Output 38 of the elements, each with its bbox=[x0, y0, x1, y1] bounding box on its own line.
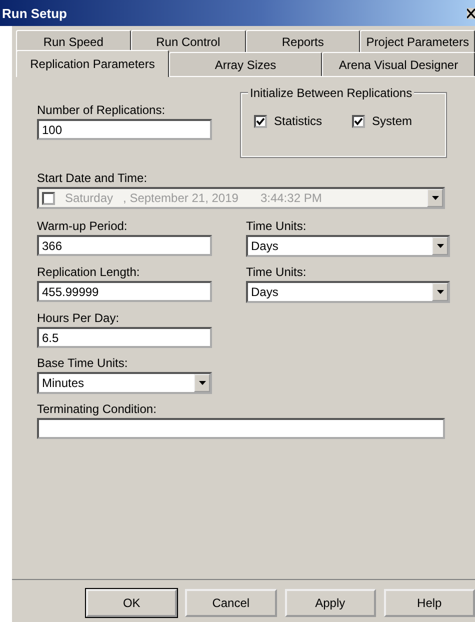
field-label: Base Time Units: bbox=[37, 356, 129, 370]
tab[interactable]: Run Control bbox=[130, 30, 246, 52]
field-label: Warm-up Period: bbox=[37, 219, 128, 233]
date-text: , September 21, 2019 bbox=[123, 191, 238, 205]
tab[interactable]: Reports bbox=[246, 30, 360, 52]
tab[interactable]: Run Speed bbox=[16, 30, 131, 52]
input-field[interactable]: 6.5 bbox=[37, 327, 212, 348]
input-field[interactable]: 366 bbox=[37, 235, 212, 256]
dialog-button[interactable]: Help bbox=[384, 589, 475, 617]
window-title: Run Setup bbox=[2, 6, 67, 20]
field-label: Hours Per Day: bbox=[37, 311, 120, 325]
dialog-button[interactable]: Apply bbox=[284, 589, 376, 617]
field-label: Time Units: bbox=[246, 219, 308, 233]
input-field[interactable]: 455.99999 bbox=[37, 281, 212, 302]
input-field[interactable]: 100 bbox=[37, 119, 212, 140]
tab[interactable]: Project Parameters bbox=[360, 30, 475, 52]
field-label: Terminating Condition: bbox=[37, 402, 158, 416]
time-text: 3:44:32 PM bbox=[260, 191, 322, 205]
field-label: Start Date and Time: bbox=[37, 171, 148, 185]
checkbox[interactable] bbox=[352, 114, 366, 128]
close-icon[interactable] bbox=[467, 8, 475, 18]
day-text: Saturday bbox=[65, 191, 114, 205]
field-label: Number of Replications: bbox=[37, 103, 166, 117]
dropdown[interactable]: Minutes bbox=[37, 372, 212, 394]
field-label: Time Units: bbox=[246, 265, 308, 279]
dialog-button[interactable]: Cancel bbox=[185, 589, 276, 617]
tab[interactable]: Replication Parameters bbox=[16, 50, 169, 77]
checkbox-label: System bbox=[372, 114, 412, 128]
dialog-button[interactable]: OK bbox=[86, 589, 178, 617]
checkbox[interactable] bbox=[254, 114, 267, 128]
dropdown[interactable]: Days bbox=[246, 281, 450, 303]
input-field[interactable] bbox=[37, 418, 445, 439]
checkbox-label: Statistics bbox=[274, 114, 322, 128]
tab[interactable]: Arena Visual Designer bbox=[322, 52, 475, 76]
dropdown[interactable]: Days bbox=[246, 235, 450, 257]
tab[interactable]: Array Sizes bbox=[169, 52, 322, 76]
group-title: Initialize Between Replications bbox=[248, 86, 414, 100]
field-label: Replication Length: bbox=[37, 265, 141, 279]
